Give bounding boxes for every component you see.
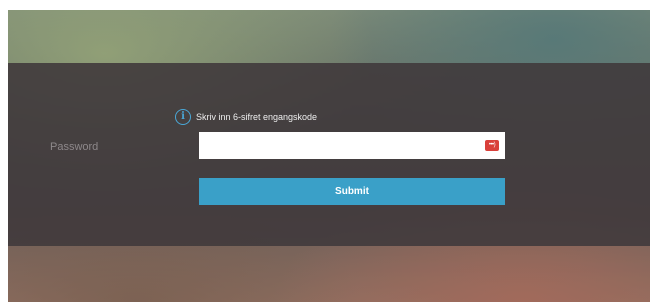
background-image: i Skriv inn 6-sifret engangskode Passwor… [8,10,650,302]
keyboard-icon[interactable]: •••) [485,140,499,151]
password-label: Password [50,141,99,153]
otp-hint: i Skriv inn 6-sifret engangskode [175,108,317,126]
login-panel: i Skriv inn 6-sifret engangskode Passwor… [8,63,650,246]
otp-hint-text: Skriv inn 6-sifret engangskode [196,112,318,122]
submit-button[interactable]: Submit [199,178,505,205]
password-field[interactable]: •••) [199,132,505,159]
info-icon[interactable]: i [175,109,191,125]
password-input[interactable] [199,132,505,159]
